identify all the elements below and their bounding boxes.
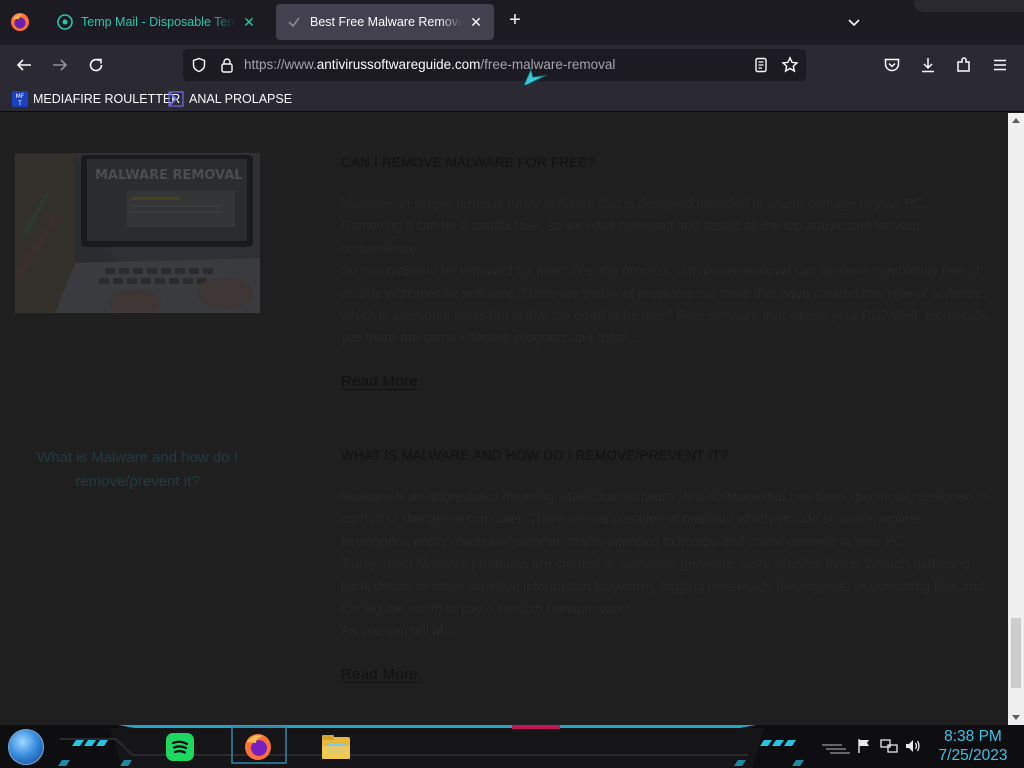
file-explorer-app-icon[interactable] bbox=[318, 729, 354, 765]
close-tab-icon[interactable]: ✕ bbox=[468, 14, 484, 30]
back-icon[interactable] bbox=[10, 51, 38, 79]
taskbar: 8:38 PM 7/25/2023 bbox=[0, 725, 1024, 768]
close-tab-icon[interactable]: ✕ bbox=[241, 14, 257, 30]
post-paragraph: Today, most Malware programs are created… bbox=[341, 556, 985, 617]
post-paragraph: As you can tell M... bbox=[341, 623, 456, 639]
system-clock[interactable]: 8:38 PM 7/25/2023 bbox=[928, 727, 1018, 765]
scroll-up-icon[interactable] bbox=[1012, 118, 1020, 123]
tab-temp-mail[interactable]: Temp Mail - Disposable Tempo ✕ bbox=[47, 4, 267, 40]
window-frame-decoration bbox=[914, 0, 1024, 12]
address-bar[interactable]: https://www.antivirussoftwareguide.com/f… bbox=[183, 49, 806, 81]
bookmarks-toolbar: MF T MEDIAFIRE ROULETTER ANAL PROLAPSE bbox=[0, 85, 1024, 112]
list-all-tabs-icon[interactable] bbox=[844, 12, 864, 32]
spotify-app-icon[interactable] bbox=[162, 729, 198, 765]
url-prefix: https://www. bbox=[244, 57, 317, 72]
reload-icon[interactable] bbox=[82, 51, 110, 79]
post-paragraph: Malware, in simple terms is nasty softwa… bbox=[341, 196, 928, 256]
mediafire-icon: MFT bbox=[12, 91, 28, 107]
post-excerpt: Malware is an abbreviated meaning 'Malic… bbox=[341, 486, 991, 643]
bookmark-star-icon[interactable] bbox=[780, 55, 800, 75]
firefox-app-icon[interactable] bbox=[240, 729, 276, 765]
bookmark-label: MEDIAFIRE ROULETTER bbox=[33, 92, 181, 106]
tab-title: Temp Mail - Disposable Tempo bbox=[81, 15, 235, 29]
bookmark-prolapse[interactable]: ANAL PROLAPSE bbox=[168, 89, 292, 109]
page-scrollbar[interactable] bbox=[1008, 113, 1024, 725]
flag-icon[interactable] bbox=[856, 736, 872, 756]
read-more-link[interactable]: Read More bbox=[341, 373, 418, 390]
bookmark-folder-icon bbox=[168, 91, 184, 107]
svg-text:MF: MF bbox=[16, 93, 25, 100]
downloads-icon[interactable] bbox=[914, 51, 942, 79]
reader-view-icon[interactable] bbox=[751, 55, 771, 75]
bookmark-label: ANAL PROLAPSE bbox=[189, 92, 293, 106]
post-heading[interactable]: CAN I REMOVE MALWARE FOR FREE? bbox=[341, 155, 595, 170]
bookmark-mediafire[interactable]: MF T MEDIAFIRE ROULETTER bbox=[12, 89, 180, 109]
tracking-protection-shield-icon[interactable] bbox=[189, 55, 209, 75]
tempmail-favicon bbox=[57, 14, 73, 30]
sidebar-post-link[interactable]: What is Malware and how do I remove/prev… bbox=[10, 446, 265, 494]
scrollbar-thumb[interactable] bbox=[1011, 618, 1021, 688]
post-heading[interactable]: WHAT IS MALWARE AND HOW DO I REMOVE/PREV… bbox=[341, 448, 728, 463]
clock-time: 8:38 PM bbox=[944, 728, 1002, 745]
url-host: antivirussoftwareguide.com bbox=[316, 57, 481, 72]
forward-icon[interactable] bbox=[46, 51, 74, 79]
scroll-down-icon[interactable] bbox=[1012, 715, 1020, 720]
tab-malware-removal[interactable]: Best Free Malware Removal 202 ✕ bbox=[276, 4, 494, 40]
firefox-menu-icon[interactable] bbox=[8, 10, 32, 34]
network-icon[interactable] bbox=[880, 736, 898, 756]
extensions-icon[interactable] bbox=[950, 51, 978, 79]
new-tab-button[interactable]: + bbox=[504, 10, 526, 32]
url-text[interactable]: https://www.antivirussoftwareguide.com/f… bbox=[244, 57, 615, 72]
post-paragraph: Malware is an abbreviated meaning 'Malic… bbox=[341, 489, 988, 549]
image-title-text: MALWARE REMOVAL bbox=[95, 168, 243, 183]
site-favicon bbox=[286, 14, 302, 30]
hamburger-menu-icon[interactable] bbox=[986, 51, 1014, 79]
lock-icon[interactable] bbox=[217, 55, 237, 75]
tab-title: Best Free Malware Removal 202 bbox=[310, 15, 462, 29]
svg-text:T: T bbox=[17, 100, 22, 107]
start-button[interactable] bbox=[8, 729, 44, 765]
clock-date: 7/25/2023 bbox=[938, 747, 1008, 764]
volume-icon[interactable] bbox=[904, 736, 922, 756]
web-page-content: MALWARE REMOVAL What is Malware and how … bbox=[0, 113, 1008, 725]
pocket-icon[interactable] bbox=[878, 51, 906, 79]
malware-removal-image[interactable]: MALWARE REMOVAL bbox=[15, 153, 260, 313]
navigation-toolbar: https://www.antivirussoftwareguide.com/f… bbox=[0, 45, 1024, 89]
tab-strip: Temp Mail - Disposable Tempo ✕ Best Free… bbox=[0, 0, 1024, 45]
post-excerpt: Malware, in simple terms is nasty softwa… bbox=[341, 193, 991, 350]
read-more-link[interactable]: Read More bbox=[341, 666, 418, 683]
post-paragraph: So can malware be removed for free? Yes,… bbox=[341, 263, 989, 346]
